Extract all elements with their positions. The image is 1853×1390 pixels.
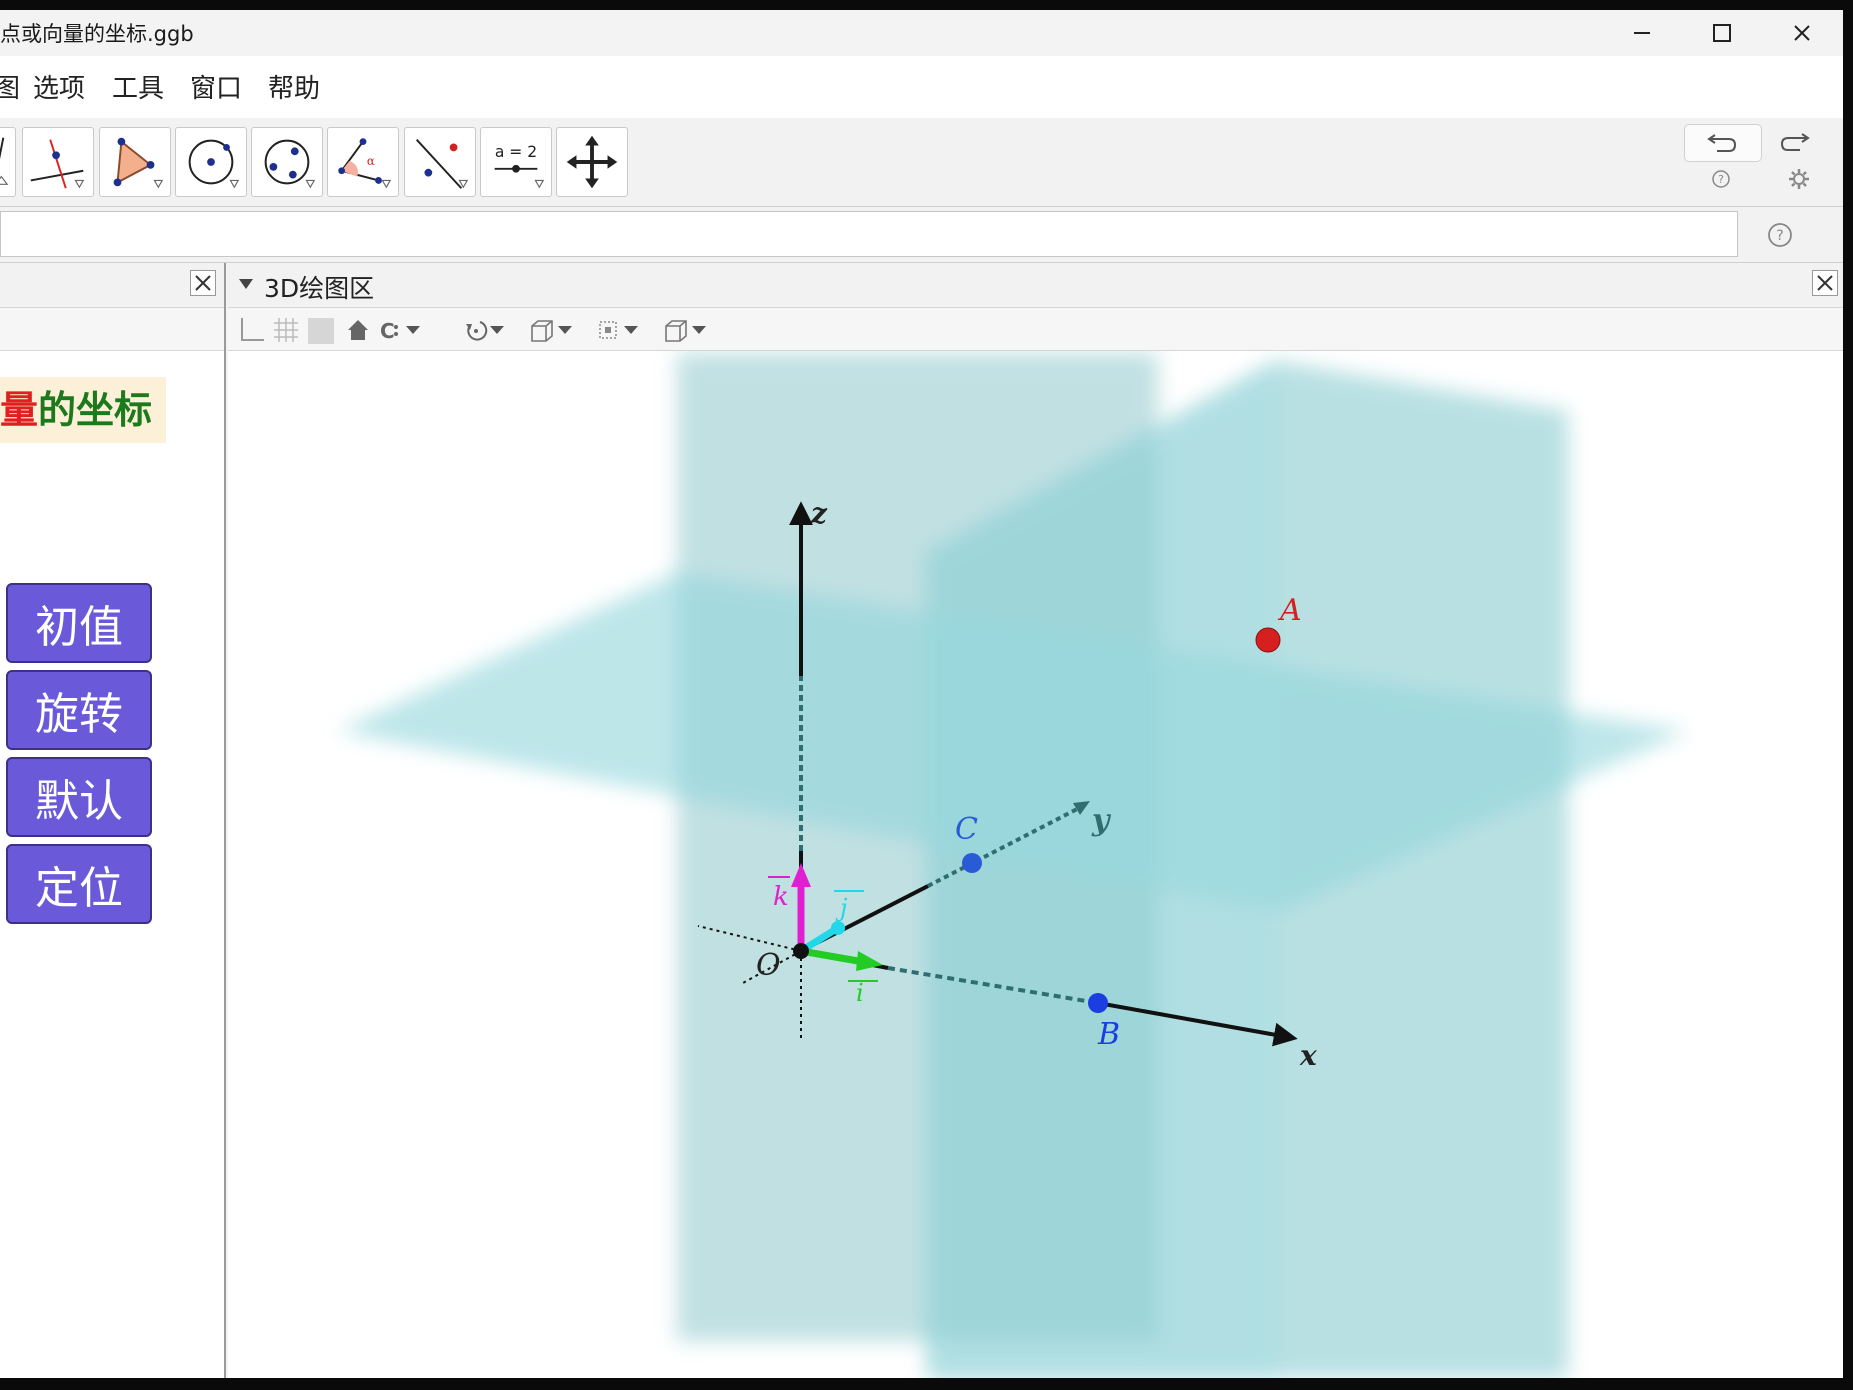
help-icon: ? (1712, 170, 1730, 188)
point-capturing-icon[interactable] (594, 316, 642, 344)
algebra-input-field[interactable] (0, 211, 1738, 257)
rotate-button[interactable]: 旋转 (6, 670, 152, 750)
graphics-panel: 量的坐标 初值 旋转 默认 定位 (0, 263, 226, 1378)
point-a-label: A (1277, 593, 1302, 628)
clipping-icon[interactable]: C (378, 316, 426, 344)
tool-circle-three-points[interactable] (251, 127, 323, 197)
point-b[interactable] (1088, 993, 1108, 1013)
vector-i-label: i (856, 979, 864, 1007)
redo-button[interactable] (1762, 124, 1832, 160)
close-icon (1817, 275, 1833, 291)
axes-toggle-icon[interactable] (238, 316, 266, 344)
title-bar: 点或向量的坐标.ggb (0, 10, 1843, 56)
tool-move-graphics[interactable] (556, 127, 628, 197)
close-icon (1794, 25, 1810, 41)
app-window: 点或向量的坐标.ggb 图 选项 工具 窗口 帮助 α a = 2 ? ? 量的… (0, 10, 1843, 1378)
maximize-button[interactable] (1682, 10, 1762, 56)
tool-reflect[interactable] (404, 127, 476, 197)
circle-center-icon (188, 139, 240, 189)
point-b-label: B (1097, 1017, 1120, 1052)
toolbar-help-button[interactable]: ? (1708, 166, 1734, 192)
tool-line[interactable] (0, 127, 16, 197)
minimize-button[interactable] (1602, 10, 1682, 56)
maximize-icon (1713, 24, 1731, 42)
close-window-button[interactable] (1762, 10, 1842, 56)
origin-point[interactable] (793, 943, 809, 959)
polygon-icon (113, 137, 164, 189)
close-panel-button[interactable] (190, 270, 216, 296)
close-icon (195, 275, 211, 291)
close-3d-view-button[interactable] (1812, 270, 1838, 296)
coordinate-planes (338, 353, 1688, 1378)
rotate-view-icon[interactable] (462, 316, 510, 344)
3d-canvas[interactable]: z y x O A B C k j i (228, 351, 1843, 1378)
minimize-icon (1634, 32, 1650, 34)
svg-text:?: ? (1718, 173, 1724, 186)
menu-view[interactable]: 图 (0, 68, 20, 105)
help-icon: ? (1768, 223, 1792, 247)
window-title: 点或向量的坐标.ggb (0, 22, 194, 46)
svg-text:α: α (367, 154, 375, 168)
tool-polygon[interactable] (99, 127, 171, 197)
tool-angle[interactable]: α (327, 127, 399, 197)
menu-help[interactable]: 帮助 (268, 68, 320, 105)
toolbar: α a = 2 ? (0, 118, 1843, 207)
svg-text:?: ? (1776, 228, 1783, 244)
redo-icon (1780, 133, 1810, 151)
move-icon (566, 135, 618, 189)
origin-label: O (756, 948, 781, 983)
input-bar: ? (0, 207, 1843, 263)
graphics-panel-header (0, 263, 224, 308)
point-c[interactable] (962, 853, 982, 873)
initial-value-button[interactable]: 初值 (6, 583, 152, 663)
point-c-label: C (955, 812, 978, 847)
menu-tools[interactable]: 工具 (112, 68, 164, 105)
line-tool-icon (0, 137, 9, 185)
tool-perpendicular[interactable] (22, 127, 94, 197)
3d-graphics-view: 3D绘图区 C z y x O A B C k j i (228, 263, 1843, 1378)
undo-button[interactable] (1684, 124, 1762, 162)
point-a[interactable] (1255, 627, 1281, 653)
collapse-triangle-icon[interactable] (238, 277, 254, 291)
graphics-panel-style-bar (0, 308, 224, 351)
perpendicular-line-icon (30, 139, 85, 189)
vector-j-head (831, 921, 845, 935)
vector-k-label: k (773, 882, 789, 912)
plane-toggle-icon[interactable] (308, 318, 334, 344)
slider-tool-label: a = 2 (495, 143, 537, 161)
panel-title-text: 量的坐标 (0, 377, 167, 443)
default-button[interactable]: 默认 (6, 757, 152, 837)
menu-window[interactable]: 窗口 (190, 68, 242, 105)
view-direction-icon[interactable] (528, 316, 576, 344)
undo-icon (1707, 134, 1737, 152)
projection-icon[interactable] (662, 316, 710, 344)
3d-view-header: 3D绘图区 (228, 263, 1843, 308)
tool-slider[interactable]: a = 2 (480, 127, 552, 197)
settings-button[interactable] (1784, 164, 1814, 194)
x-axis-label: x (1299, 1039, 1317, 1072)
3d-view-style-bar: C (228, 308, 1843, 351)
circle-three-points-icon (264, 139, 316, 189)
svg-text:C: C (380, 319, 395, 343)
3d-view-title: 3D绘图区 (264, 274, 375, 303)
slider-icon: a = 2 (494, 143, 545, 189)
input-help-button[interactable]: ? (1764, 219, 1796, 251)
reflect-icon (415, 138, 469, 189)
menu-options[interactable]: 选项 (33, 68, 85, 105)
z-axis-label: z (810, 497, 828, 530)
tool-circle-center-point[interactable] (175, 127, 247, 197)
gear-icon (1789, 169, 1809, 189)
grid-toggle-icon[interactable] (272, 316, 300, 344)
angle-icon: α (338, 138, 392, 189)
y-axis-label: y (1091, 803, 1112, 838)
home-icon[interactable] (344, 316, 372, 344)
menu-bar: 图 选项 工具 窗口 帮助 (0, 56, 1843, 119)
locate-button[interactable]: 定位 (6, 844, 152, 924)
